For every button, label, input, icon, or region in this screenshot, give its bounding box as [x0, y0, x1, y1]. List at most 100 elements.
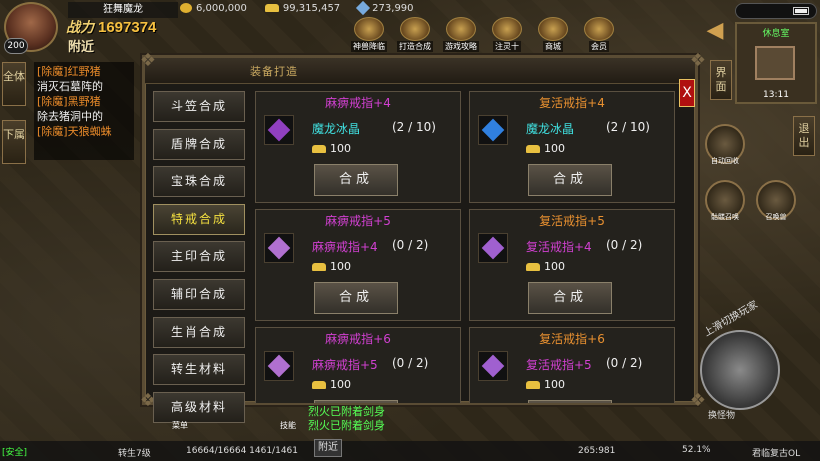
- category-button-active[interactable]: 特戒合成: [153, 203, 245, 235]
- chat-line: 烈火已附着剑身: [308, 405, 385, 418]
- dialog-title: 装备打造: [250, 65, 298, 78]
- material-name: 复活戒指+5: [526, 358, 592, 372]
- material-slot[interactable]: [478, 115, 508, 145]
- summon-beast-label: 召唤兽: [765, 213, 787, 221]
- top-icon-spirit[interactable]: 注灵十: [486, 16, 528, 52]
- category-button[interactable]: 转生材料: [153, 354, 245, 386]
- ingot-counter: 99,315,457: [264, 3, 340, 14]
- material-slot[interactable]: [264, 115, 294, 145]
- battery-icon: [793, 7, 809, 15]
- chat-log[interactable]: 烈火已附着剑身 烈火已附着剑身: [308, 405, 385, 433]
- rebirth-level: 转生7级: [118, 449, 151, 459]
- minimap-title: 休息室: [762, 29, 790, 39]
- recipe-cost: 100: [526, 260, 565, 273]
- auto-recycle-button[interactable]: 自动回收: [705, 124, 745, 165]
- ring-material-icon: [267, 236, 291, 260]
- recipe-card: 麻痹戒指+6 麻痹戒指+5 (0 / 2) 100 合成: [255, 327, 461, 403]
- top-icon-label: 游戏攻略: [443, 41, 479, 52]
- collapse-arrow-icon[interactable]: ◀: [702, 18, 728, 46]
- skill-button[interactable]: 技能: [280, 420, 296, 431]
- material-count: (0 / 2): [392, 356, 429, 370]
- recipe-cost: 100: [312, 378, 351, 391]
- gold-value: 6,000,000: [196, 2, 247, 14]
- top-icon-guide[interactable]: 游戏攻略: [440, 16, 482, 52]
- craft-button[interactable]: 合成: [314, 282, 398, 314]
- chat-channel-button[interactable]: 附近: [314, 439, 342, 457]
- material-count: (2 / 10): [392, 120, 436, 134]
- top-icon-vip[interactable]: 会员: [578, 16, 620, 52]
- craft-button[interactable]: 合成: [314, 400, 398, 403]
- cost-value: 100: [330, 260, 351, 273]
- swipe-hint-2: 换怪物: [708, 411, 736, 421]
- top-icon-label: 商城: [543, 41, 563, 52]
- shop-icon: [538, 17, 568, 41]
- quest-panel[interactable]: [除魔]红野猪 消灭石墓阵的 [除魔]黑野猪 除去猪洞中的 [除魔]天狼蜘蛛: [34, 62, 134, 160]
- craft-button[interactable]: 合成: [528, 282, 612, 314]
- top-icon-forge[interactable]: 打造合成: [394, 16, 436, 52]
- material-count: (0 / 2): [606, 238, 643, 252]
- summon-beast-button[interactable]: 召唤兽: [756, 180, 796, 221]
- interface-button[interactable]: 界面: [710, 60, 732, 100]
- quest-title[interactable]: [除魔]红野猪: [37, 64, 131, 79]
- craft-button[interactable]: 合成: [528, 164, 612, 196]
- player-location: 附近: [68, 40, 95, 55]
- cost-value: 100: [330, 142, 351, 155]
- gold-ingot-icon: [312, 145, 326, 153]
- recipe-title: 复活戒指+4: [539, 96, 605, 110]
- ring-material-icon: [481, 118, 505, 142]
- top-icon-label: 神兽降临: [351, 41, 387, 52]
- category-button[interactable]: 高级材料: [153, 391, 245, 423]
- minimap[interactable]: 休息室 13:11: [735, 22, 817, 104]
- material-name: 魔龙冰晶: [526, 122, 575, 136]
- player-hud: 200 狂舞魔龙 战力 1697374 附近: [0, 0, 210, 58]
- top-icon-label: 打造合成: [397, 41, 433, 52]
- craft-button[interactable]: 合成: [528, 400, 612, 403]
- tab-all[interactable]: 全体: [2, 62, 26, 106]
- ring-material-icon: [267, 118, 291, 142]
- top-icon-beast[interactable]: 神兽降临: [348, 16, 390, 52]
- category-button[interactable]: 主印合成: [153, 241, 245, 273]
- forge-dialog: 装备打造 ❖ ❖ ❖ ❖ X 斗笠合成 盾牌合成 宝珠合成 特戒合成 主印合成 …: [140, 50, 706, 423]
- menu-button[interactable]: 菜单: [172, 420, 188, 431]
- bottom-status-bar: [安全] 转生7级 16664/16664 1461/1461 265:981 …: [0, 441, 820, 461]
- category-button[interactable]: 斗笠合成: [153, 91, 245, 122]
- top-icon-shop[interactable]: 商城: [532, 16, 574, 52]
- tab-below[interactable]: 下属: [2, 120, 26, 164]
- cost-value: 100: [330, 378, 351, 391]
- quest-title[interactable]: [除魔]黑野猪: [37, 94, 131, 109]
- gold-ingot-icon: [526, 145, 540, 153]
- power-label: 战力: [66, 19, 94, 35]
- auto-recycle-label: 自动回收: [711, 157, 739, 165]
- quest-title[interactable]: [除魔]天狼蜘蛛: [37, 124, 131, 139]
- category-button[interactable]: 辅印合成: [153, 278, 245, 310]
- material-slot[interactable]: [264, 233, 294, 263]
- category-button[interactable]: 生肖合成: [153, 316, 245, 348]
- material-slot[interactable]: [264, 351, 294, 381]
- top-icon-label: 会员: [589, 41, 609, 52]
- material-name: 麻痹戒指+5: [312, 358, 378, 372]
- safe-zone-indicator: [安全]: [2, 448, 28, 458]
- server-name: 君临复古OL: [752, 449, 801, 459]
- cost-value: 100: [544, 142, 565, 155]
- attack-joystick[interactable]: [700, 330, 780, 410]
- material-name: 麻痹戒指+4: [312, 240, 378, 254]
- gold-coin-icon: [180, 2, 192, 13]
- category-button[interactable]: 宝珠合成: [153, 166, 245, 198]
- cost-value: 100: [544, 378, 565, 391]
- summon-skeleton-button[interactable]: 骷髅召唤: [705, 180, 745, 221]
- recipe-card: 复活戒指+5 复活戒指+4 (0 / 2) 100 合成: [469, 209, 675, 321]
- gold-ingot-icon: [526, 263, 540, 271]
- gold-counter: 6,000,000: [180, 2, 247, 14]
- recipe-grid[interactable]: 麻痹戒指+4 魔龙冰晶 (2 / 10) 100 合成 复活戒指+4 魔龙冰晶 (2 / 10…: [255, 91, 685, 403]
- recipe-card: 麻痹戒指+5 麻痹戒指+4 (0 / 2) 100 合成: [255, 209, 461, 321]
- category-button[interactable]: 盾牌合成: [153, 128, 245, 160]
- player-power: 战力 1697374: [66, 17, 156, 37]
- material-name: 魔龙冰晶: [312, 122, 361, 136]
- material-slot[interactable]: [478, 233, 508, 263]
- gem-value: 273,990: [372, 2, 414, 14]
- cost-value: 100: [544, 260, 565, 273]
- exit-button[interactable]: 退出: [793, 116, 815, 156]
- craft-button[interactable]: 合成: [314, 164, 398, 196]
- material-count: (2 / 10): [606, 120, 650, 134]
- material-slot[interactable]: [478, 351, 508, 381]
